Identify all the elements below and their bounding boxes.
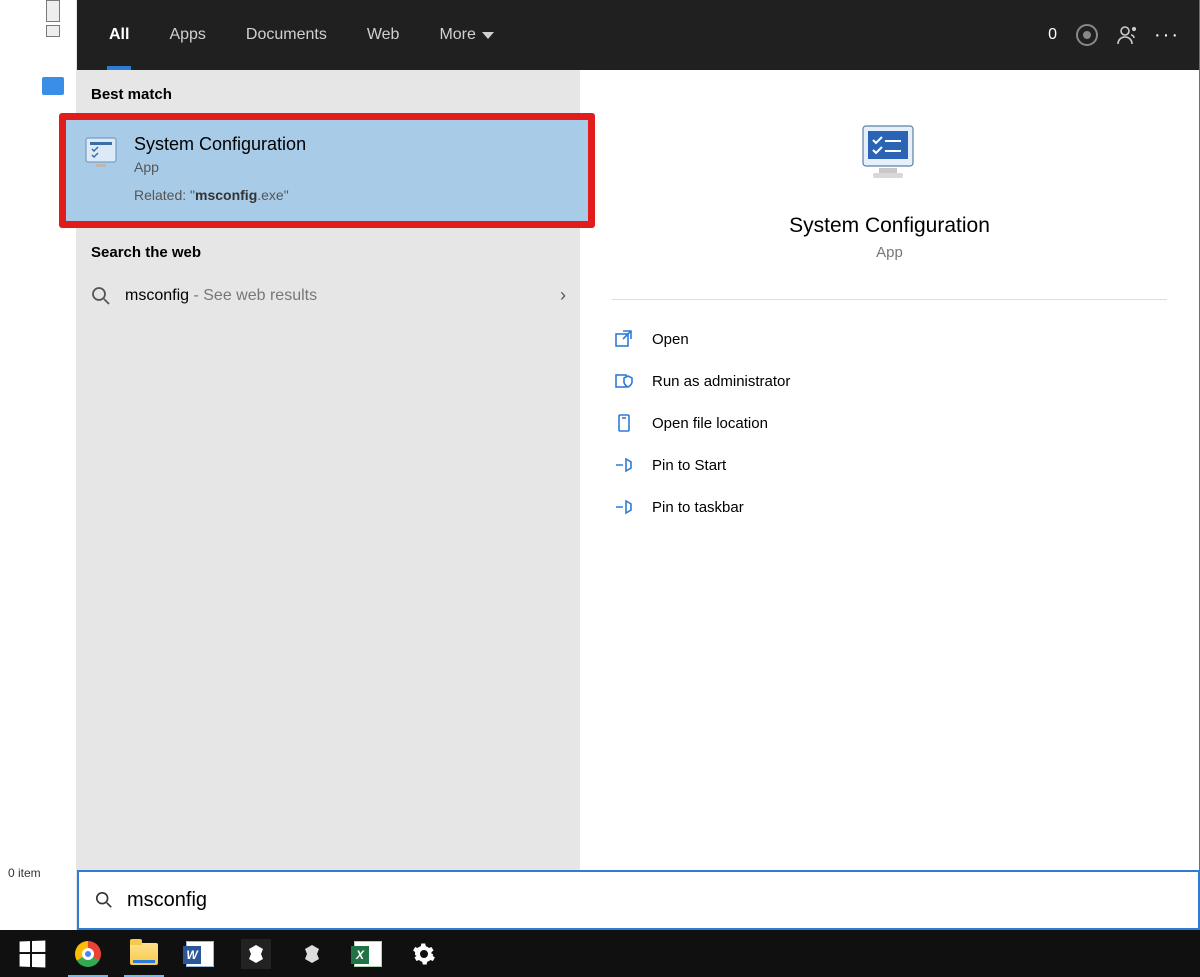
action-label: Pin to Start [652, 457, 726, 474]
folder-icon [614, 413, 634, 433]
best-match-header: Best match [77, 70, 580, 113]
shield-icon [614, 371, 634, 391]
annotation-highlight: System Configuration App Related: "mscon… [59, 113, 595, 228]
tab-documents[interactable]: Documents [226, 0, 347, 70]
search-web-header: Search the web [77, 228, 580, 271]
tab-apps[interactable]: Apps [149, 0, 225, 70]
gear-icon [410, 940, 438, 968]
tab-more[interactable]: More [419, 0, 513, 70]
web-result-text: msconfig - See web results [125, 287, 560, 305]
action-open[interactable]: Open [608, 318, 1171, 360]
file-explorer-icon [130, 940, 158, 968]
desktop-partial-icon [46, 25, 60, 37]
rewards-button[interactable] [1067, 15, 1107, 55]
pin-icon [614, 497, 634, 517]
taskbar-word[interactable] [172, 930, 228, 977]
tab-more-label: More [439, 26, 475, 44]
search-input[interactable] [127, 889, 1182, 912]
open-icon [614, 329, 634, 349]
medal-icon [1076, 24, 1098, 46]
tab-all[interactable]: All [89, 0, 149, 70]
preview-title: System Configuration [789, 214, 990, 238]
tab-web[interactable]: Web [347, 0, 420, 70]
word-icon [186, 940, 214, 968]
account-button[interactable] [1107, 15, 1147, 55]
web-result-row[interactable]: msconfig - See web results › [77, 271, 580, 320]
search-header: All Apps Documents Web More 0 ··· [77, 0, 1199, 70]
excel-icon [354, 940, 382, 968]
windows-logo-icon [18, 940, 46, 968]
action-label: Run as administrator [652, 373, 790, 390]
action-label: Pin to taskbar [652, 499, 744, 516]
best-match-related: Related: "msconfig.exe" [134, 187, 306, 203]
taskbar-unity-hub[interactable] [228, 930, 284, 977]
taskbar-chrome[interactable] [60, 930, 116, 977]
action-pin-taskbar[interactable]: Pin to taskbar [608, 486, 1171, 528]
search-icon [91, 286, 111, 306]
divider [612, 299, 1167, 300]
unity-icon [299, 941, 325, 967]
chevron-down-icon [482, 32, 494, 39]
person-icon [1115, 23, 1139, 47]
taskbar-unity[interactable] [284, 930, 340, 977]
best-match-subtitle: App [134, 159, 306, 175]
ellipsis-icon: ··· [1154, 24, 1180, 47]
msconfig-icon [84, 134, 120, 170]
preview-pane: System Configuration App Open Run as adm… [580, 70, 1199, 870]
pin-icon [614, 455, 634, 475]
action-label: Open [652, 331, 689, 348]
best-match-result[interactable]: System Configuration App Related: "mscon… [77, 113, 580, 228]
action-open-location[interactable]: Open file location [608, 402, 1171, 444]
taskbar-excel[interactable] [340, 930, 396, 977]
start-button[interactable] [4, 930, 60, 977]
action-label: Open file location [652, 415, 768, 432]
best-match-title: System Configuration [134, 134, 306, 155]
chevron-right-icon: › [560, 285, 566, 306]
taskbar-explorer[interactable] [116, 930, 172, 977]
explorer-status-text: 0 item [0, 863, 77, 883]
start-search-panel: All Apps Documents Web More 0 ··· Best m… [77, 0, 1200, 930]
results-column: Best match System Configuration App Rela… [77, 70, 580, 870]
desktop-partial-icon [46, 0, 60, 22]
preview-subtitle: App [876, 244, 903, 261]
search-box[interactable] [77, 870, 1200, 930]
action-pin-start[interactable]: Pin to Start [608, 444, 1171, 486]
preview-app-icon [855, 118, 925, 188]
unity-icon [241, 939, 271, 969]
action-run-admin[interactable]: Run as administrator [608, 360, 1171, 402]
search-icon [95, 891, 113, 909]
taskbar-settings[interactable] [396, 930, 452, 977]
options-button[interactable]: ··· [1147, 15, 1187, 55]
taskbar [0, 930, 1200, 977]
rewards-count: 0 [1048, 26, 1057, 44]
chrome-icon [74, 940, 102, 968]
desktop-partial-folder-icon [42, 77, 64, 95]
